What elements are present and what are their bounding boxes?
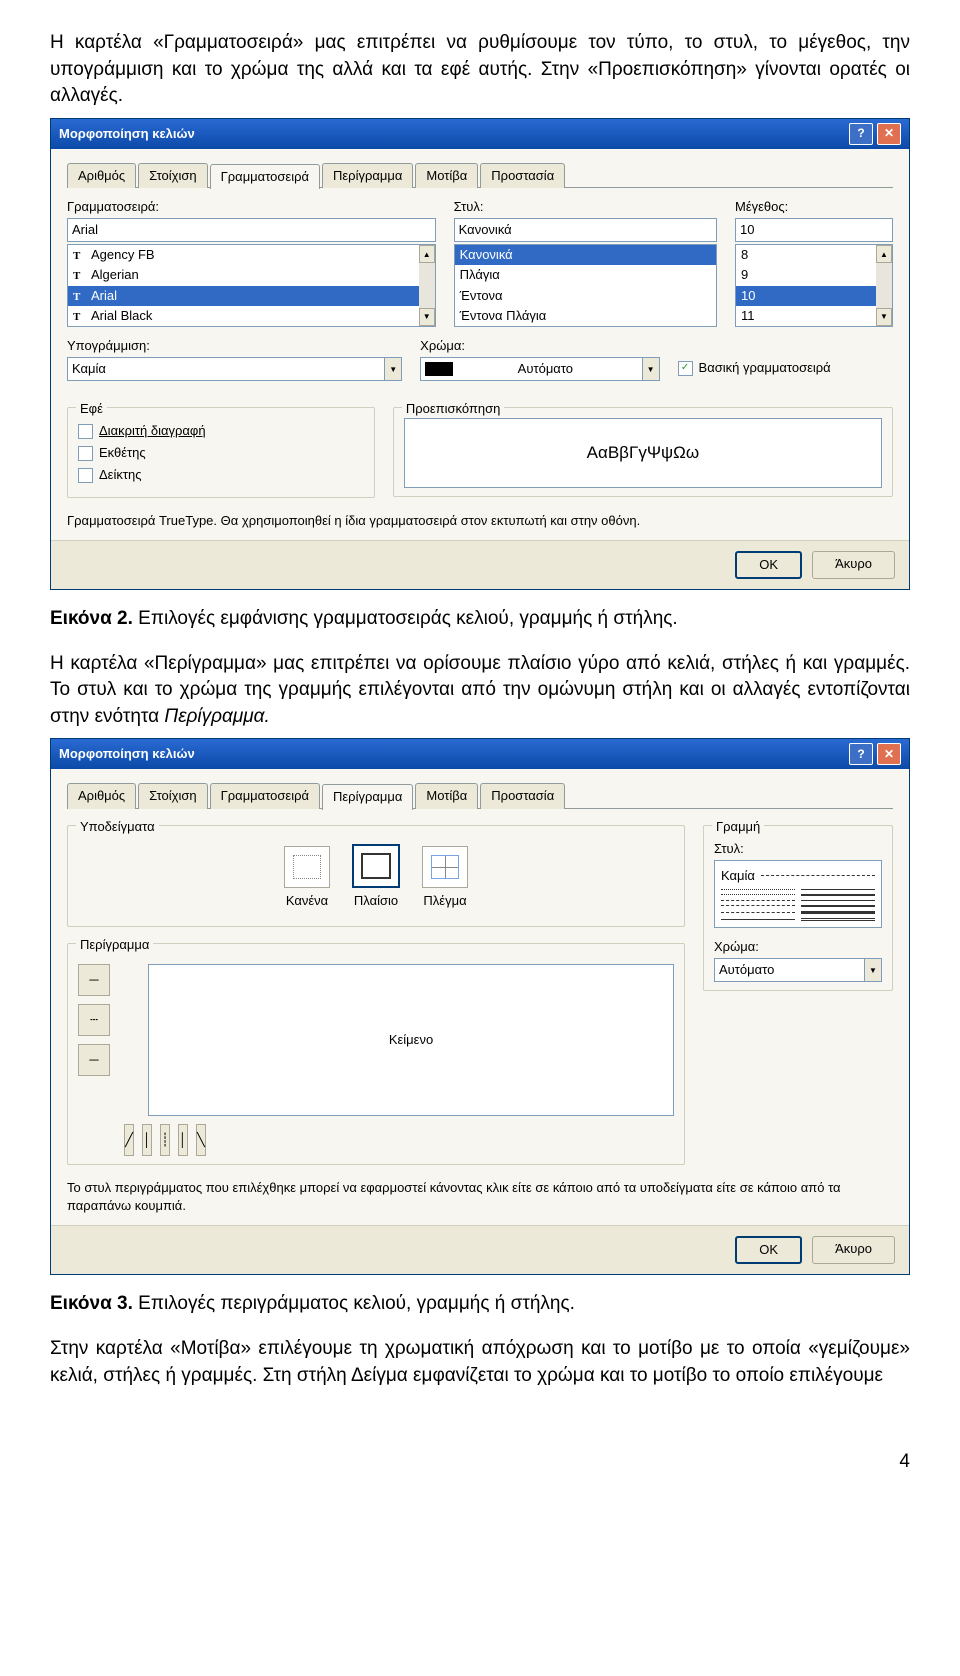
style-listbox[interactable]: Κανονικά Πλάγια Έντονα Έντονα Πλάγια xyxy=(454,244,717,327)
size-item[interactable]: 11 xyxy=(736,306,876,326)
format-cells-dialog-font: Μορφοποίηση κελιών ? ✕ Αριθμός Στοίχιση … xyxy=(50,118,910,590)
info-text: Γραμματοσειρά TrueType. Θα χρησιμοποιηθε… xyxy=(67,512,893,530)
cancel-button[interactable]: Άκυρο xyxy=(812,1236,895,1264)
border-preview: Κείμενο xyxy=(148,964,674,1116)
help-icon[interactable]: ? xyxy=(849,123,873,145)
border-right-button[interactable]: │ xyxy=(178,1124,188,1156)
size-item[interactable]: 8 xyxy=(736,245,876,265)
border-vmid-button[interactable]: ┊ xyxy=(160,1124,170,1156)
cancel-button[interactable]: Άκυρο xyxy=(812,551,895,579)
figure-caption-3: Εικόνα 3. Επιλογές περιγράμματος κελιού,… xyxy=(50,1291,910,1318)
border-hmid-button[interactable]: ┄ xyxy=(78,1004,110,1036)
scrollbar[interactable]: ▲▼ xyxy=(419,245,435,326)
style-item[interactable]: Πλάγια xyxy=(455,265,716,285)
presets-group: Υποδείγματα Κανένα Πλαίσιο Πλέγμα xyxy=(67,825,685,927)
tab-alignment[interactable]: Στοίχιση xyxy=(138,783,207,808)
line-group: Γραμμή Στυλ: Καμία Χρώμα: Αυτόματο▼ xyxy=(703,825,893,992)
superscript-checkbox[interactable]: Εκθέτης xyxy=(78,444,364,462)
effects-group: Εφέ Διακριτή διαγραφή Εκθέτης Δείκτης xyxy=(67,407,375,498)
color-label: Χρώμα: xyxy=(420,337,659,355)
ok-button[interactable]: OK xyxy=(735,551,802,579)
color-select[interactable]: Αυτόματο▼ xyxy=(420,357,659,381)
preset-outline[interactable]: Πλαίσιο xyxy=(352,844,400,910)
strikethrough-checkbox[interactable]: Διακριτή διαγραφή xyxy=(78,422,364,440)
font-item[interactable]: TAlgerian xyxy=(68,265,419,285)
font-listbox[interactable]: TAgency FB TAlgerian TArial TArial Black… xyxy=(67,244,436,327)
format-cells-dialog-border: Μορφοποίηση κελιών ? ✕ Αριθμός Στοίχιση … xyxy=(50,738,910,1275)
tab-protection[interactable]: Προστασία xyxy=(480,783,565,808)
close-icon[interactable]: ✕ xyxy=(877,743,901,765)
size-label: Μέγεθος: xyxy=(735,198,893,216)
style-label: Στυλ: xyxy=(454,198,717,216)
border-color-select[interactable]: Αυτόματο▼ xyxy=(714,958,882,982)
style-input[interactable]: Κανονικά xyxy=(454,218,717,242)
preset-none[interactable]: Κανένα xyxy=(284,846,330,910)
help-icon[interactable]: ? xyxy=(849,743,873,765)
subscript-checkbox[interactable]: Δείκτης xyxy=(78,466,364,484)
border-left-button[interactable]: │ xyxy=(142,1124,152,1156)
style-item[interactable]: Έντονα xyxy=(455,286,716,306)
page-number: 4 xyxy=(50,1449,910,1476)
figure-caption-2: Εικόνα 2. Επιλογές εμφάνισης γραμματοσει… xyxy=(50,606,910,633)
chevron-down-icon[interactable]: ▼ xyxy=(385,357,402,381)
font-item[interactable]: TAgency FB xyxy=(68,245,419,265)
normal-font-checkbox[interactable]: ✓Βασική γραμματοσειρά xyxy=(678,359,831,377)
size-item[interactable]: 10 xyxy=(736,286,876,306)
info-text: Το στυλ περιγράμματος που επιλέχθηκε μπο… xyxy=(67,1179,893,1215)
close-icon[interactable]: ✕ xyxy=(877,123,901,145)
paragraph-3: Στην καρτέλα «Μοτίβα» επιλέγουμε τη χρωμ… xyxy=(50,1336,910,1389)
tab-number[interactable]: Αριθμός xyxy=(67,783,136,808)
scrollbar[interactable]: ▲▼ xyxy=(876,245,892,326)
size-item[interactable]: 9 xyxy=(736,265,876,285)
ok-button[interactable]: OK xyxy=(735,1236,802,1264)
border-top-button[interactable]: ─ xyxy=(78,964,110,996)
border-group: Περίγραμμα ─ ┄ ─ Κείμενο ╱ │ ┊ │ xyxy=(67,943,685,1165)
style-item[interactable]: Έντονα Πλάγια xyxy=(455,306,716,326)
tab-patterns[interactable]: Μοτίβα xyxy=(415,783,478,808)
color-swatch-icon xyxy=(425,362,453,376)
dialog-title: Μορφοποίηση κελιών xyxy=(59,745,195,763)
tab-strip: Αριθμός Στοίχιση Γραμματοσειρά Περίγραμμ… xyxy=(67,783,893,808)
titlebar: Μορφοποίηση κελιών ? ✕ xyxy=(51,739,909,769)
tab-alignment[interactable]: Στοίχιση xyxy=(138,163,207,188)
chevron-down-icon[interactable]: ▼ xyxy=(865,958,882,982)
preview-text: ΑαΒβΓγΨψΩω xyxy=(404,418,882,488)
style-item[interactable]: Κανονικά xyxy=(455,245,716,265)
tab-border[interactable]: Περίγραμμα xyxy=(322,163,413,188)
preset-inside[interactable]: Πλέγμα xyxy=(422,846,468,910)
tab-font[interactable]: Γραμματοσειρά xyxy=(210,783,320,808)
paragraph-1: Η καρτέλα «Γραμματοσειρά» μας επιτρέπει … xyxy=(50,30,910,110)
border-bottom-button[interactable]: ─ xyxy=(78,1044,110,1076)
line-style-listbox[interactable]: Καμία xyxy=(714,860,882,928)
underline-select[interactable]: Καμία▼ xyxy=(67,357,402,381)
underline-label: Υπογράμμιση: xyxy=(67,337,402,355)
chevron-down-icon[interactable]: ▼ xyxy=(643,357,660,381)
titlebar: Μορφοποίηση κελιών ? ✕ xyxy=(51,119,909,149)
preview-group: Προεπισκόπηση ΑαΒβΓγΨψΩω xyxy=(393,407,893,497)
tab-number[interactable]: Αριθμός xyxy=(67,163,136,188)
tab-font[interactable]: Γραμματοσειρά xyxy=(210,164,320,189)
size-input[interactable]: 10 xyxy=(735,218,893,242)
tab-strip: Αριθμός Στοίχιση Γραμματοσειρά Περίγραμμ… xyxy=(67,163,893,188)
size-listbox[interactable]: 8 9 10 11 ▲▼ xyxy=(735,244,893,327)
border-diag2-button[interactable]: ╲ xyxy=(196,1124,206,1156)
dialog-title: Μορφοποίηση κελιών xyxy=(59,125,195,143)
border-diag1-button[interactable]: ╱ xyxy=(124,1124,134,1156)
font-item[interactable]: TArial xyxy=(68,286,419,306)
font-item[interactable]: TArial Black xyxy=(68,306,419,326)
tab-border[interactable]: Περίγραμμα xyxy=(322,784,413,809)
tab-patterns[interactable]: Μοτίβα xyxy=(415,163,478,188)
tab-protection[interactable]: Προστασία xyxy=(480,163,565,188)
font-label: Γραμματοσειρά: xyxy=(67,198,436,216)
paragraph-2: Η καρτέλα «Περίγραμμα» μας επιτρέπει να … xyxy=(50,651,910,731)
font-input[interactable]: Arial xyxy=(67,218,436,242)
